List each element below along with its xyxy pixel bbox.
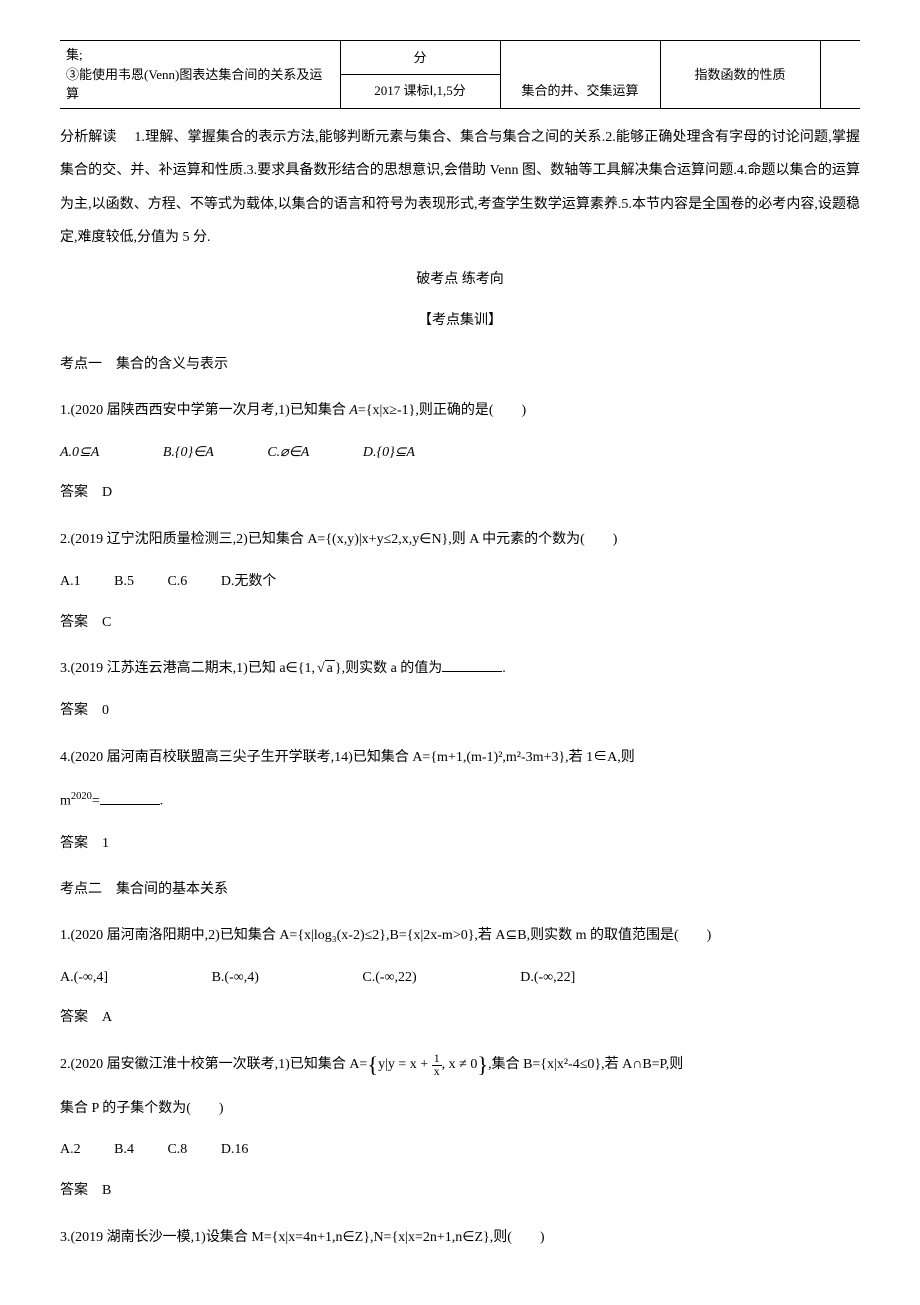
p2q2-opt-b: B.4 bbox=[114, 1135, 134, 1166]
p2q2-opt-c: C.8 bbox=[167, 1135, 187, 1166]
p2q1-opt-b: B.(-∞,4) bbox=[212, 963, 259, 994]
p2-question-2-line2: 集合 P 的子集个数为( ) bbox=[60, 1092, 860, 1126]
analysis-paragraph: 分析解读 1.理解、掌握集合的表示方法,能够判断元素与集合、集合与集合之间的关系… bbox=[60, 121, 860, 255]
q2-opt-c: C.6 bbox=[167, 567, 187, 598]
p2q1-opt-d: D.(-∞,22] bbox=[520, 963, 575, 994]
p2-question-2: 2.(2020 届安徽江淮十校第一次联考,1)已知集合 A={y|y = x +… bbox=[60, 1048, 860, 1082]
q2-options: A.1 B.5 C.6 D.无数个 bbox=[60, 567, 860, 598]
q2-opt-d: D.无数个 bbox=[221, 567, 277, 598]
fraction: 1x bbox=[432, 1053, 442, 1078]
q4-answer: 答案 1 bbox=[60, 829, 860, 860]
table-cell: ③能使用韦恩(Venn)图表达集合间的关系及运算 bbox=[66, 65, 334, 104]
right-brace-icon: } bbox=[477, 1052, 488, 1077]
table-cell: 集; bbox=[66, 45, 334, 65]
heading-training: 【考点集训】 bbox=[60, 306, 860, 337]
p2q2-opt-d: D.16 bbox=[221, 1135, 249, 1166]
top-table: 集; ③能使用韦恩(Venn)图表达集合间的关系及运算 分 指数函数的性质 20… bbox=[60, 40, 860, 109]
p2q2-inner-b: , x ≠ 0 bbox=[442, 1057, 478, 1072]
q1-stem-a: 1.(2020 届陕西西安中学第一次月考,1)已知集合 bbox=[60, 403, 349, 418]
heading-break: 破考点 练考向 bbox=[60, 265, 860, 296]
table-cell: 集合的并、交集运算 bbox=[500, 74, 660, 108]
p2q1-options: A.(-∞,4] B.(-∞,4) C.(-∞,22) D.(-∞,22] bbox=[60, 963, 860, 994]
p2q2-answer: 答案 B bbox=[60, 1176, 860, 1207]
p2-question-1: 1.(2020 届河南洛阳期中,2)已知集合 A={x|log₃(x-2)≤2}… bbox=[60, 919, 860, 953]
question-1: 1.(2020 届陕西西安中学第一次月考,1)已知集合 A={x|x≥-1},则… bbox=[60, 394, 860, 428]
p2q2-stem-a: 2.(2020 届安徽江淮十校第一次联考,1)已知集合 A= bbox=[60, 1057, 367, 1072]
q3-answer: 答案 0 bbox=[60, 696, 860, 727]
q4-eq: = bbox=[92, 794, 100, 809]
p2q1-opt-a: A.(-∞,4] bbox=[60, 963, 108, 994]
sqrt-a: a bbox=[315, 652, 335, 686]
q2-opt-b: B.5 bbox=[114, 567, 134, 598]
q3-tail: . bbox=[502, 661, 506, 676]
q4-exp: 2020 bbox=[71, 791, 92, 802]
q4-m: m bbox=[60, 794, 71, 809]
q2-answer: 答案 C bbox=[60, 608, 860, 639]
analysis-label: 分析解读 bbox=[60, 130, 117, 145]
q1-stem-b: ={x|x≥-1},则正确的是( ) bbox=[358, 403, 526, 418]
q2-opt-a: A.1 bbox=[60, 567, 81, 598]
question-2: 2.(2019 辽宁沈阳质量检测三,2)已知集合 A={(x,y)|x+y≤2,… bbox=[60, 523, 860, 557]
p2q1-opt-c: C.(-∞,22) bbox=[362, 963, 416, 994]
q1-opt-a: A.0⊆A bbox=[60, 445, 99, 460]
topic-2: 考点二 集合间的基本关系 bbox=[60, 873, 860, 907]
table-cell: 指数函数的性质 bbox=[660, 41, 820, 109]
q3-stem-b: },则实数 a 的值为 bbox=[335, 661, 442, 676]
left-brace-icon: { bbox=[367, 1052, 378, 1077]
analysis-body: 1.理解、掌握集合的表示方法,能够判断元素与集合、集合与集合之间的关系.2.能够… bbox=[60, 130, 860, 246]
q3-stem-a: 3.(2019 江苏连云港高二期末,1)已知 a∈{1, bbox=[60, 661, 315, 676]
q1-opt-d: D.{0}⊆A bbox=[363, 445, 415, 460]
q4-tail: . bbox=[160, 794, 164, 809]
p2-question-3: 3.(2019 湖南长沙一模,1)设集合 M={x|x=4n+1,n∈Z},N=… bbox=[60, 1221, 860, 1255]
table-cell: 分 bbox=[340, 41, 500, 75]
p2q1-answer: 答案 A bbox=[60, 1003, 860, 1034]
question-3: 3.(2019 江苏连云港高二期末,1)已知 a∈{1,a},则实数 a 的值为… bbox=[60, 652, 860, 686]
q1-answer: 答案 D bbox=[60, 478, 860, 509]
question-4: 4.(2020 届河南百校联盟高三尖子生开学联考,14)已知集合 A={m+1,… bbox=[60, 741, 860, 775]
p2q2-inner-a: y|y = x + bbox=[378, 1057, 432, 1072]
q1-opt-b: B.{0}∈A bbox=[163, 445, 214, 460]
fill-blank bbox=[100, 790, 160, 805]
table-cell: 2017 课标Ⅰ,1,5分 bbox=[340, 74, 500, 108]
fill-blank bbox=[442, 657, 502, 672]
q1-opt-c: C.⌀∈A bbox=[267, 445, 309, 460]
p2q2-options: A.2 B.4 C.8 D.16 bbox=[60, 1135, 860, 1166]
question-4-line2: m2020=. bbox=[60, 784, 860, 818]
topic-1: 考点一 集合的含义与表示 bbox=[60, 348, 860, 382]
q1-options: A.0⊆A B.{0}∈A C.⌀∈A D.{0}⊆A bbox=[60, 438, 860, 469]
p2q2-opt-a: A.2 bbox=[60, 1135, 81, 1166]
q1-set: A bbox=[349, 403, 358, 418]
p2q2-stem-b: ,集合 B={x|x²-4≤0},若 A∩B=P,则 bbox=[488, 1057, 683, 1072]
